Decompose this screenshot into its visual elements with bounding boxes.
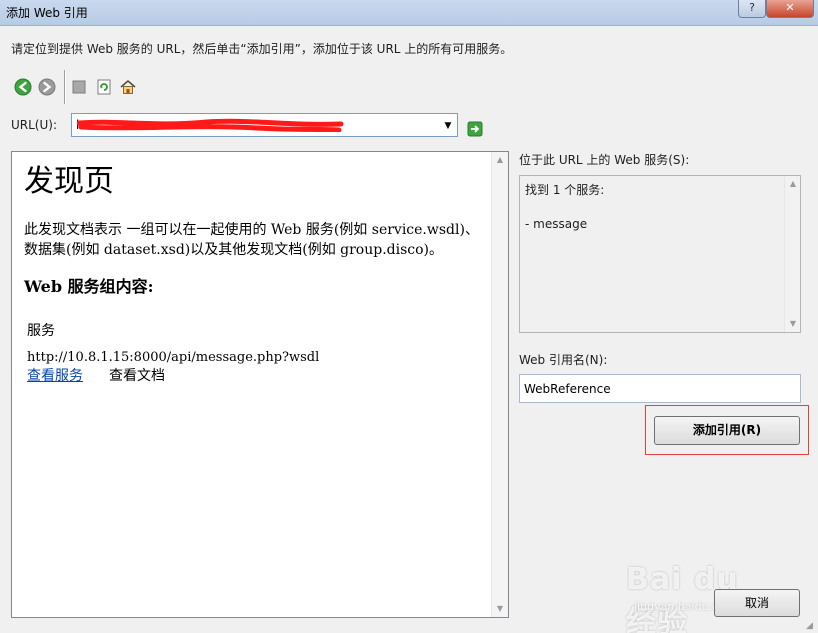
add-reference-button[interactable]: 添加引用(R)	[654, 416, 800, 445]
discovery-browser-pane[interactable]: 发现页 此发现文档表示 一组可以在一起使用的 Web 服务(例如 service…	[11, 151, 509, 618]
discovery-description: 此发现文档表示 一组可以在一起使用的 Web 服务(例如 service.wsd…	[24, 222, 479, 258]
help-button[interactable]: ?	[738, 0, 766, 18]
url-label: URL(U):	[11, 118, 57, 132]
home-icon[interactable]	[119, 78, 137, 96]
service-links: 查看服务 查看文档	[27, 365, 489, 385]
window-title: 添加 Web 引用	[6, 6, 88, 20]
service-url: http://10.8.1.15:8000/api/message.php?ws…	[27, 350, 320, 365]
toolbar-separator	[64, 70, 66, 104]
browser-scrollbar[interactable]: ▲ ▼	[491, 152, 508, 617]
dropdown-arrow-icon[interactable]: ▼	[441, 119, 455, 133]
service-list-item: - message	[525, 217, 588, 231]
services-found-count: 找到 1 个服务:	[525, 183, 605, 197]
back-icon[interactable]	[14, 78, 32, 96]
reference-name-input[interactable]	[519, 374, 801, 403]
section-heading: Web 服务组内容:	[24, 277, 154, 296]
refresh-icon[interactable]	[95, 78, 113, 96]
go-arrow-icon[interactable]	[467, 121, 483, 137]
discovery-document: 发现页 此发现文档表示 一组可以在一起使用的 Web 服务(例如 service…	[24, 162, 489, 385]
services-scrollbar[interactable]: ▲ ▼	[784, 176, 800, 332]
page-title: 发现页	[24, 164, 114, 199]
services-label: 位于此 URL 上的 Web 服务(S):	[519, 153, 690, 167]
reference-name-label: Web 引用名(N):	[519, 353, 608, 367]
service-column-label: 服务	[27, 323, 55, 339]
scroll-up-icon[interactable]: ▲	[492, 152, 508, 168]
instruction-text: 请定位到提供 Web 服务的 URL，然后单击“添加引用”，添加位于该 URL …	[11, 42, 513, 56]
services-list[interactable]: 找到 1 个服务: - message ▲ ▼	[519, 175, 801, 333]
services-text: 找到 1 个服务: - message	[525, 182, 604, 233]
scroll-up-icon[interactable]: ▲	[785, 176, 801, 192]
scroll-down-icon[interactable]: ▼	[785, 316, 801, 332]
title-bar: 添加 Web 引用 ? ✕	[0, 0, 818, 26]
forward-icon[interactable]	[38, 78, 56, 96]
resize-grip-icon[interactable]: ◢	[806, 621, 816, 631]
url-combobox[interactable]: ▼	[71, 113, 458, 137]
close-button[interactable]: ✕	[766, 0, 814, 18]
redaction-scribble	[77, 118, 344, 132]
cancel-button[interactable]: 取消	[714, 589, 800, 617]
view-doc-text: 查看文档	[109, 368, 165, 384]
view-service-link[interactable]: 查看服务	[27, 368, 83, 384]
stop-icon[interactable]	[70, 78, 88, 96]
scroll-down-icon[interactable]: ▼	[492, 601, 508, 617]
